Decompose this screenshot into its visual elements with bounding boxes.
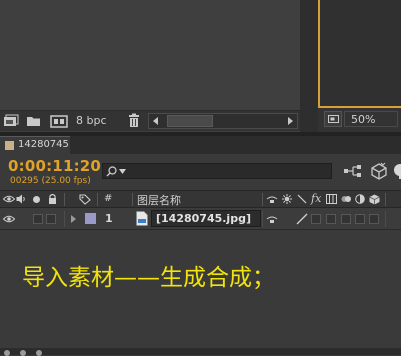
- layer-search[interactable]: [102, 163, 332, 179]
- tutorial-annotation: 导入素材——生成合成；: [22, 265, 275, 291]
- tab-composition[interactable]: 14280745: [0, 136, 70, 154]
- frame-blending-icon[interactable]: [326, 194, 337, 204]
- 3d-layer-icon[interactable]: [369, 194, 380, 205]
- header-divider: [64, 193, 65, 206]
- footer-toggle-icon[interactable]: [36, 350, 42, 356]
- timeline-footer: [0, 348, 401, 356]
- search-icon: [106, 166, 117, 177]
- header-divider: [97, 193, 98, 206]
- layer-shy-switch-icon[interactable]: [266, 215, 278, 224]
- search-dropdown-icon[interactable]: [119, 169, 126, 174]
- new-folder-icon[interactable]: [26, 114, 42, 128]
- new-composition-icon[interactable]: [50, 114, 68, 128]
- expand-layer-icon[interactable]: [70, 215, 77, 223]
- number-column-header[interactable]: #: [104, 193, 112, 204]
- layer-lock-switch[interactable]: [46, 214, 56, 224]
- layer-frame-blend-switch[interactable]: [326, 214, 336, 224]
- image-file-icon: [136, 211, 148, 226]
- layer-solo-switch[interactable]: [33, 214, 43, 224]
- timeline-controls: 0:00:11:20 00295 (25.00 fps): [0, 154, 401, 190]
- footer-toggle-icon[interactable]: [20, 350, 26, 356]
- row-divider: [64, 211, 65, 227]
- frame-info: 00295 (25.00 fps): [10, 176, 91, 186]
- zoom-dropdown[interactable]: 50%: [344, 111, 398, 127]
- viewer-toolbar: 50%: [318, 108, 401, 132]
- layer-3d-switch[interactable]: [369, 214, 379, 224]
- monitor-icon: [328, 115, 339, 123]
- quality-icon[interactable]: [297, 194, 307, 204]
- solo-dot-icon[interactable]: [33, 196, 40, 203]
- region-of-interest-button[interactable]: [324, 111, 342, 127]
- layer-row[interactable]: 1 [14280745.jpg]: [0, 208, 401, 230]
- zoom-value: 50%: [351, 113, 376, 126]
- current-timecode[interactable]: 0:00:11:20: [8, 157, 101, 175]
- scroll-right-icon[interactable]: [286, 117, 294, 125]
- comp-mini-flowchart-icon[interactable]: [343, 163, 365, 179]
- lock-icon[interactable]: [48, 193, 57, 205]
- layer-label-color[interactable]: [85, 213, 96, 224]
- composition-viewer: [318, 0, 401, 108]
- layer-name: [14280745.jpg]: [156, 212, 251, 225]
- motion-blur-icon[interactable]: [341, 194, 352, 204]
- draft-3d-icon[interactable]: [370, 162, 388, 180]
- video-visibility-icon[interactable]: [3, 195, 15, 203]
- layer-adjustment-switch[interactable]: [355, 214, 365, 224]
- layer-effects-switch[interactable]: [311, 214, 321, 224]
- trash-icon[interactable]: [127, 113, 141, 128]
- horizontal-scrollbar[interactable]: [148, 113, 298, 129]
- comp-tab-color-icon: [5, 141, 14, 150]
- header-divider: [132, 193, 133, 206]
- effects-fx-icon[interactable]: fx: [311, 192, 321, 205]
- collapse-transform-icon[interactable]: [282, 194, 292, 204]
- header-divider: [385, 193, 386, 206]
- layer-motion-blur-switch[interactable]: [341, 214, 351, 224]
- scrollbar-thumb[interactable]: [167, 115, 213, 127]
- shy-switch-icon[interactable]: [266, 195, 278, 204]
- panel-divider[interactable]: [300, 0, 318, 132]
- adjustment-layer-icon[interactable]: [355, 194, 365, 204]
- row-divider: [262, 211, 263, 227]
- layer-video-visibility-icon[interactable]: [3, 215, 15, 223]
- timeline-body: 导入素材——生成合成；: [0, 230, 401, 348]
- audio-speaker-icon[interactable]: [16, 194, 27, 204]
- interpret-footage-icon[interactable]: [3, 114, 19, 128]
- live-update-icon[interactable]: [392, 162, 401, 180]
- layer-header-row: # 图层名称 fx: [0, 190, 401, 208]
- footer-toggle-icon[interactable]: [4, 350, 10, 356]
- bit-depth-label[interactable]: 8 bpc: [76, 114, 107, 127]
- project-toolbar: 8 bpc: [0, 110, 300, 131]
- header-divider: [262, 193, 263, 206]
- label-tag-icon[interactable]: [79, 194, 91, 205]
- comp-tab-label: 14280745: [18, 139, 69, 150]
- layer-number: 1: [105, 212, 113, 225]
- scroll-left-icon[interactable]: [152, 117, 160, 125]
- layer-quality-icon[interactable]: [296, 213, 308, 225]
- search-input[interactable]: [129, 164, 329, 178]
- row-divider: [385, 211, 386, 227]
- layer-name-column-header[interactable]: 图层名称: [137, 192, 181, 208]
- layer-name-field[interactable]: [14280745.jpg]: [151, 210, 261, 227]
